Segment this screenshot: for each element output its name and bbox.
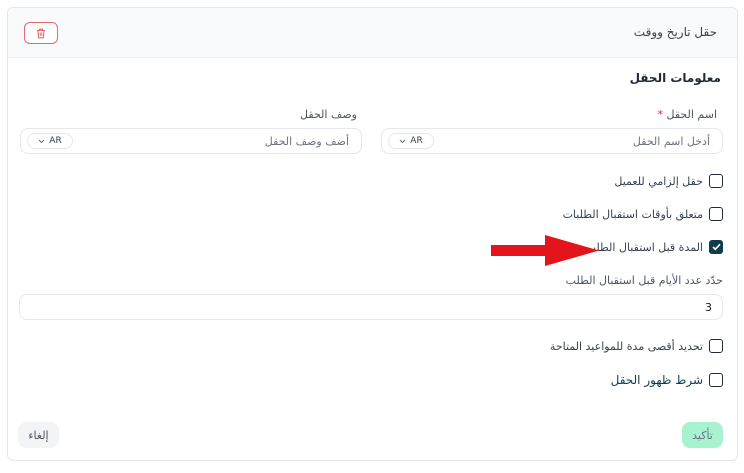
visibility-condition-label: شرط ظهور الحقل bbox=[610, 373, 703, 387]
required-mark: * bbox=[657, 108, 664, 121]
field-settings-card: حقل تاريخ ووقت معلومات الحقل اسم الحقل *… bbox=[7, 7, 738, 461]
field-name-label: اسم الحقل * bbox=[658, 108, 718, 121]
duration-before-label: المدة قبل استقبال الطلب bbox=[585, 240, 703, 254]
days-number-input[interactable]: 3 bbox=[19, 294, 723, 320]
max-duration-label: تحديد أقصى مدة للمواعيد المتاحة bbox=[549, 339, 703, 353]
chevron-down-icon bbox=[399, 139, 406, 143]
field-description-label: وصف الحقل bbox=[300, 108, 357, 121]
max-duration-checkbox[interactable] bbox=[709, 339, 723, 353]
field-description-lang: AR bbox=[49, 136, 62, 146]
days-value: 3 bbox=[705, 301, 712, 314]
chevron-down-icon bbox=[38, 139, 45, 143]
visibility-condition-option[interactable]: شرط ظهور الحقل bbox=[611, 373, 723, 387]
visibility-condition-checkbox[interactable] bbox=[709, 373, 723, 387]
request-times-option[interactable]: متعلق بأوقات استقبال الطلبات bbox=[563, 207, 723, 221]
checkmark-icon bbox=[711, 243, 721, 251]
field-name-label-text: اسم الحقل bbox=[666, 108, 718, 121]
section-title: معلومات الحقل bbox=[629, 71, 721, 85]
required-field-label: حقل إلزامي للعميل bbox=[614, 174, 703, 188]
field-description-lang-select[interactable]: AR bbox=[27, 133, 73, 149]
red-arrow-annotation bbox=[491, 235, 599, 266]
card-header: حقل تاريخ ووقت bbox=[8, 8, 737, 58]
field-description-input[interactable]: أضف وصف الحقل AR bbox=[20, 128, 362, 154]
field-name-input[interactable]: أدخل اسم الحقل AR bbox=[381, 128, 723, 154]
field-name-lang: AR bbox=[410, 136, 423, 146]
header-title: حقل تاريخ ووقت bbox=[633, 25, 717, 39]
duration-before-checkbox[interactable] bbox=[709, 240, 723, 254]
field-description-placeholder: أضف وصف الحقل bbox=[264, 135, 349, 148]
max-duration-option[interactable]: تحديد أقصى مدة للمواعيد المتاحة bbox=[550, 339, 723, 353]
required-field-checkbox[interactable] bbox=[709, 174, 723, 188]
days-input-label: حدّد عدد الأيام قبل استقبال الطلب bbox=[565, 274, 723, 287]
request-times-label: متعلق بأوقات استقبال الطلبات bbox=[562, 207, 703, 221]
cancel-button[interactable]: إلغاء bbox=[18, 422, 59, 448]
delete-button[interactable] bbox=[24, 22, 58, 44]
trash-icon bbox=[37, 28, 45, 38]
duration-before-option[interactable]: المدة قبل استقبال الطلب bbox=[586, 240, 723, 254]
field-name-lang-select[interactable]: AR bbox=[388, 133, 434, 149]
field-name-placeholder: أدخل اسم الحقل bbox=[632, 135, 710, 148]
request-times-checkbox[interactable] bbox=[709, 207, 723, 221]
required-field-option[interactable]: حقل إلزامي للعميل bbox=[614, 174, 723, 188]
confirm-button[interactable]: تأكيد bbox=[682, 422, 723, 448]
